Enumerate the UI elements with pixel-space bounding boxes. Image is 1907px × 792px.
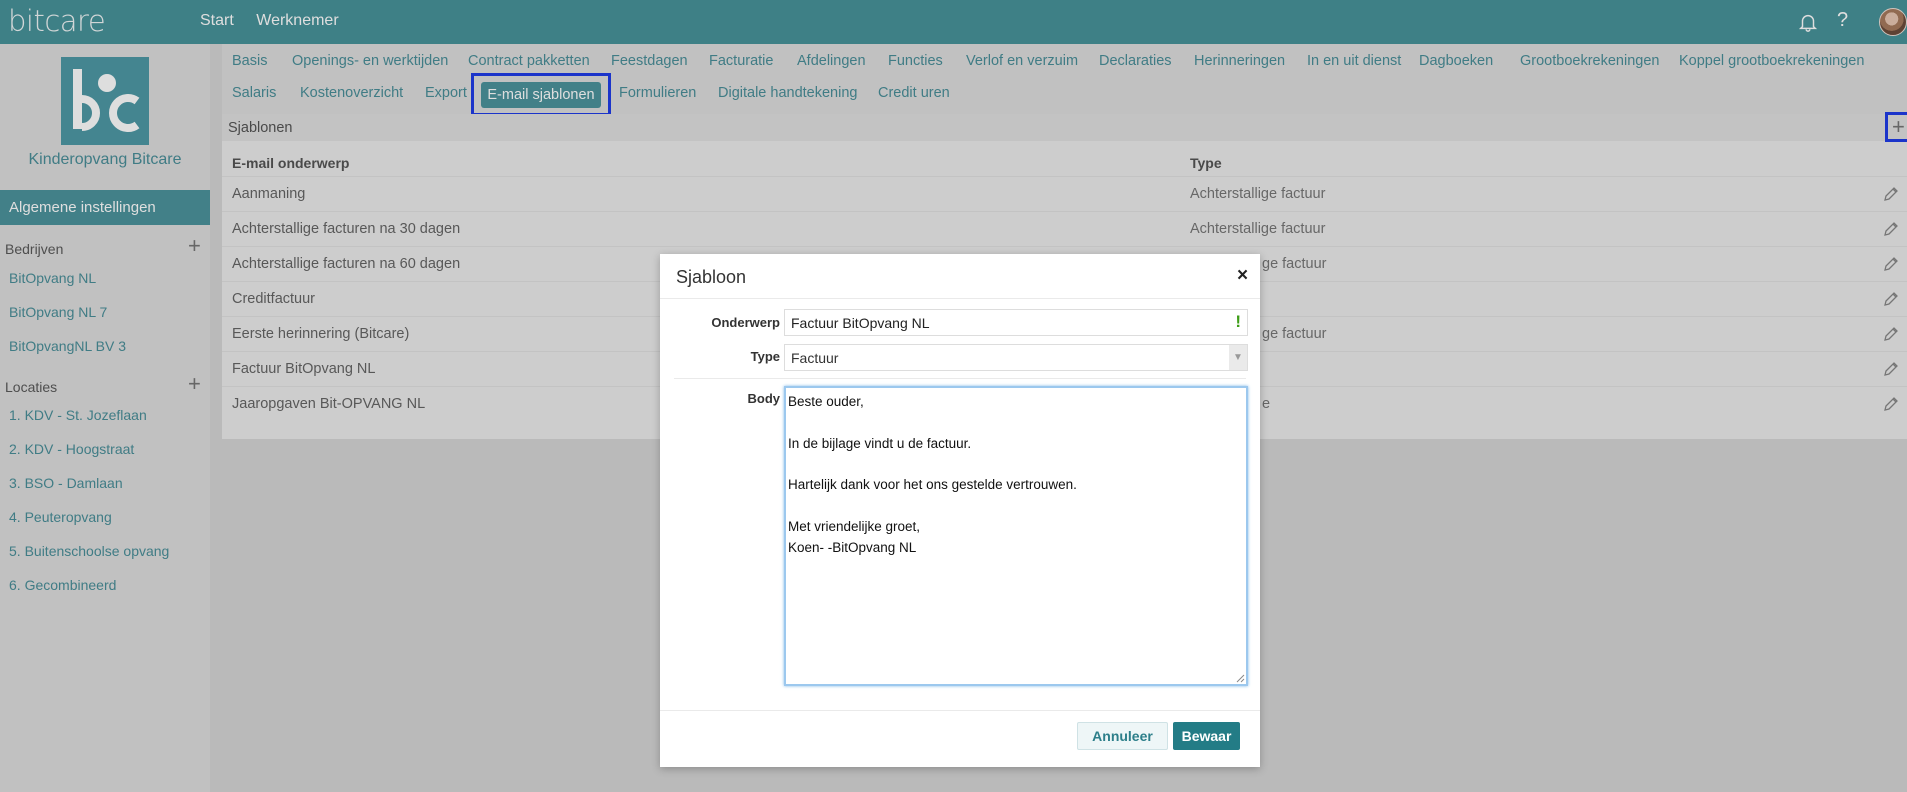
cancel-button[interactable]: Annuleer bbox=[1077, 722, 1168, 750]
subject-value: Factuur BitOpvang NL bbox=[791, 315, 930, 331]
body-line: Met vriendelijke groet, bbox=[788, 518, 921, 534]
chevron-down-icon: ▼ bbox=[1229, 345, 1247, 370]
body-textarea[interactable]: Beste ouder, In de bijlage vindt u de fa… bbox=[784, 386, 1248, 686]
save-button[interactable]: Bewaar bbox=[1173, 722, 1240, 750]
warning-icon: ! bbox=[1235, 312, 1241, 331]
modal-divider bbox=[660, 298, 1260, 299]
body-line: Beste ouder, bbox=[788, 394, 864, 409]
body-label: Body bbox=[747, 391, 781, 406]
type-value: Factuur bbox=[791, 350, 839, 366]
body-line: Hartelijk dank voor het ons gestelde ver… bbox=[788, 477, 1077, 493]
body-line bbox=[788, 454, 1244, 475]
body-line bbox=[788, 413, 1244, 434]
resize-grip-icon[interactable] bbox=[1235, 673, 1245, 683]
subject-input[interactable]: Factuur BitOpvang NL ! bbox=[784, 309, 1248, 336]
modal-divider bbox=[674, 378, 1246, 379]
type-label: Type bbox=[750, 349, 780, 364]
subject-label: Onderwerp bbox=[711, 315, 780, 330]
body-line: In de bijlage vindt u de factuur. bbox=[788, 435, 972, 451]
body-line bbox=[788, 496, 1244, 517]
body-line: Koen- -BitOpvang NL bbox=[788, 539, 917, 555]
modal-divider bbox=[660, 710, 1260, 711]
template-modal: Sjabloon × Onderwerp Factuur BitOpvang N… bbox=[660, 254, 1260, 767]
modal-title: Sjabloon bbox=[676, 267, 747, 287]
type-select[interactable]: Factuur ▼ bbox=[784, 344, 1248, 371]
close-icon[interactable]: × bbox=[1237, 265, 1248, 287]
